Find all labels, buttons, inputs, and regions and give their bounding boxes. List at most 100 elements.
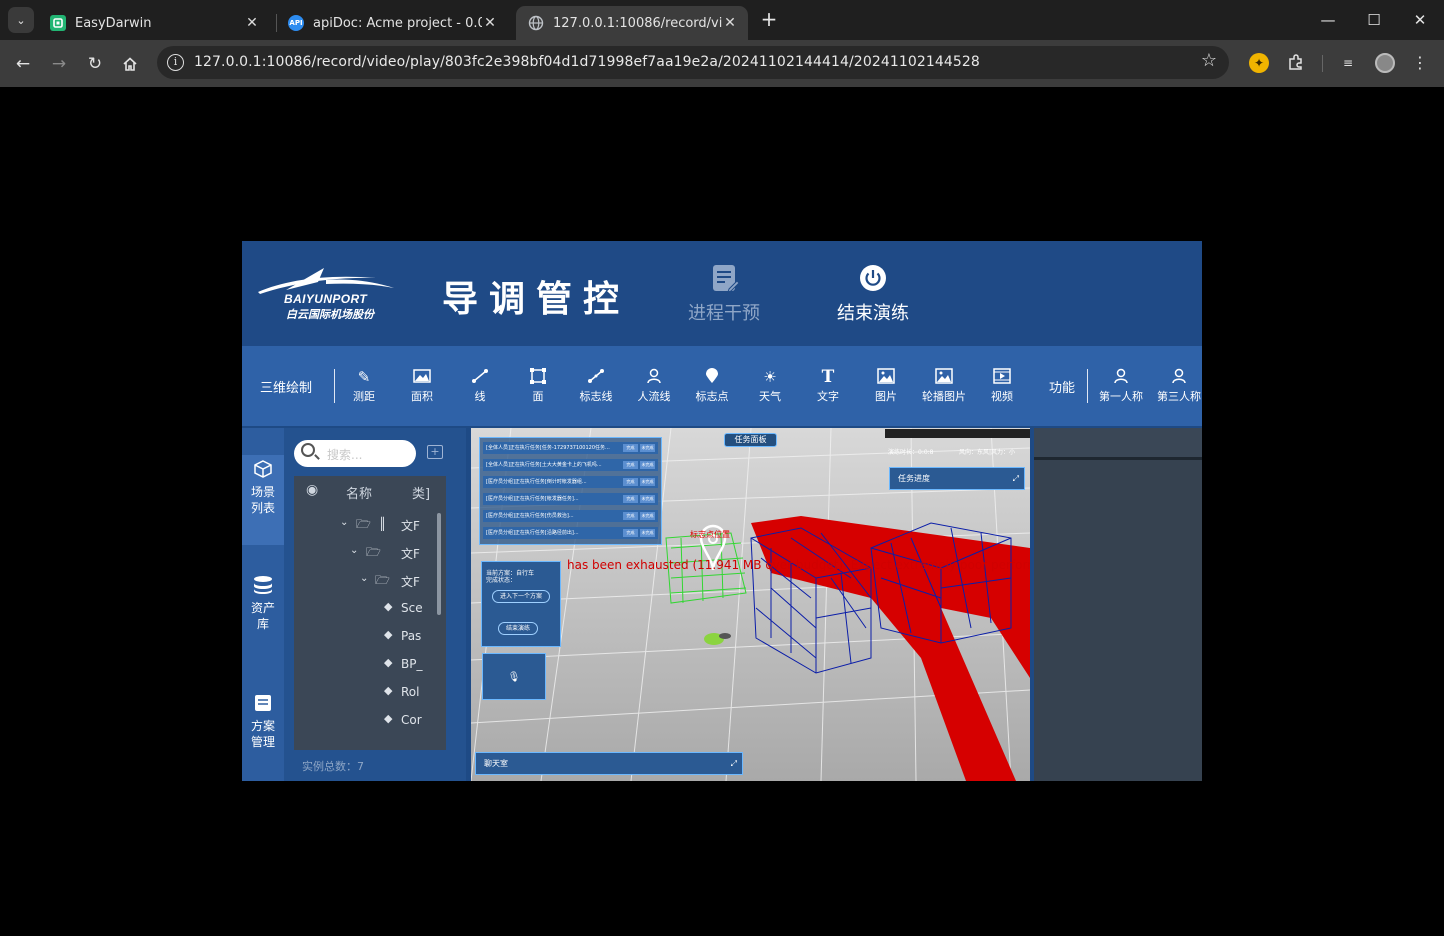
scene-viewport[interactable]: 任务面板 [全体人员]正在执行任务[任务-1729737100120任务... 完… [471, 428, 1030, 781]
tab-search-button[interactable]: ⌄ [8, 7, 34, 33]
document-edit-icon [664, 263, 784, 295]
tool-people-flow[interactable]: 人流线 [625, 368, 683, 404]
tree-row[interactable]: ⌄ 🗁 文F [294, 539, 434, 567]
tool-measure-distance[interactable]: ✎ 测距 [335, 368, 393, 404]
rail-plan-management[interactable]: 方案 管理 [242, 693, 284, 753]
reload-button[interactable]: ↻ [82, 51, 108, 77]
end-drill-button[interactable]: 结束演练 [498, 622, 538, 635]
task-incomplete-button[interactable]: 未完成 [640, 444, 655, 452]
tool-line[interactable]: 线 [451, 368, 509, 404]
plan-icon [242, 693, 284, 716]
tool-image[interactable]: 图片 [857, 368, 915, 404]
rail-asset-library[interactable]: 资产 库 [242, 575, 284, 635]
menu-kebab-icon[interactable]: ⋮ [1410, 53, 1430, 73]
tree-row[interactable]: ◆ Sce [294, 595, 434, 623]
task-complete-button[interactable]: 完成 [623, 444, 638, 452]
chevron-down-icon[interactable]: ⌄ [360, 573, 368, 584]
task-complete-button[interactable]: 完成 [623, 478, 638, 486]
tool-area[interactable]: 面积 [393, 368, 451, 404]
tool-marker-line[interactable]: 标志线 [567, 368, 625, 404]
task-incomplete-button[interactable]: 未完成 [640, 461, 655, 469]
search-input[interactable]: 搜索... [294, 440, 416, 467]
rail-label: 场景 [250, 485, 275, 499]
task-complete-button[interactable]: 完成 [623, 461, 638, 469]
chevron-down-icon[interactable]: ⌄ [350, 545, 358, 556]
close-tab-icon[interactable]: ✕ [482, 15, 498, 31]
task-line: [医疗员分组]正在执行任务[帐发器任务]... 完成 未完成 [483, 493, 658, 505]
back-button[interactable]: ← [10, 51, 36, 77]
chevron-down-icon[interactable]: ⌄ [340, 517, 348, 528]
tree-scrollbar[interactable] [437, 513, 441, 615]
tree-row[interactable]: ⌄ 🗁 文F [294, 567, 434, 595]
pin-icon [683, 368, 741, 386]
close-tab-icon[interactable]: ✕ [722, 15, 738, 31]
expand-icon[interactable]: ⤢ [731, 753, 737, 774]
url-text[interactable]: 127.0.0.1:10086/record/video/play/803fc2… [194, 54, 980, 70]
profile-avatar[interactable] [1375, 53, 1395, 73]
tree-row[interactable]: ◆ BP_ [294, 651, 434, 679]
api-icon: API [288, 15, 304, 31]
microphone-icon[interactable]: 🎙 [508, 672, 521, 683]
tool-marker-point[interactable]: 标志点 [683, 368, 741, 404]
tool-text[interactable]: T 文字 [799, 368, 857, 404]
task-panel-button[interactable]: 任务面板 [724, 433, 777, 447]
task-complete-button[interactable]: 完成 [623, 512, 638, 520]
task-complete-button[interactable]: 完成 [623, 529, 638, 537]
area-icon [393, 368, 451, 386]
chat-room-panel[interactable]: 聊天室 ⤢ [475, 752, 743, 775]
tab-record-video[interactable]: 127.0.0.1:10086/record/video ✕ [516, 6, 748, 40]
tool-polygon[interactable]: 面 [509, 368, 567, 404]
tool-label: 面积 [411, 390, 433, 403]
extension-icon[interactable]: ✦ [1249, 53, 1269, 73]
tab-apidoc[interactable]: API apiDoc: Acme project - 0.0.0 ✕ [276, 6, 508, 40]
task-incomplete-button[interactable]: 未完成 [640, 478, 655, 486]
tab-title: EasyDarwin [75, 15, 152, 31]
tool-weather[interactable]: ☀ 天气 [741, 368, 799, 404]
microphone-panel[interactable]: 🎙 [482, 653, 546, 700]
maximize-button[interactable]: ☐ [1354, 6, 1394, 34]
forward-button[interactable]: → [46, 51, 72, 77]
minimize-button[interactable]: — [1308, 6, 1348, 34]
new-folder-icon[interactable]: + [427, 445, 443, 459]
section-3d-drawing: 三维绘制 [260, 381, 313, 396]
tab-easydarwin[interactable]: EasyDarwin ✕ [38, 6, 270, 40]
tree-row[interactable]: ◆ Rol [294, 679, 434, 707]
task-line: [全体人员]正在执行任务[任务-1729737100120任务... 完成 未完成 [483, 442, 658, 454]
task-complete-button[interactable]: 完成 [623, 495, 638, 503]
task-progress-panel[interactable]: 任务进度 ⤢ [889, 467, 1025, 490]
tree-row[interactable]: ◆ Pas [294, 623, 434, 651]
media-control-icon[interactable]: ≡ [1338, 53, 1358, 73]
process-intervention-button[interactable]: 进程干预 [664, 263, 784, 325]
video-icon [973, 368, 1031, 386]
task-incomplete-button[interactable]: 未完成 [640, 495, 655, 503]
tool-third-person[interactable]: 第三人称 [1150, 368, 1202, 404]
task-line-text: [全体人员]正在执行任务[任务-1729737100120任务... [486, 445, 610, 451]
finish-status: 完成状态： [486, 577, 517, 584]
address-bar[interactable]: i 127.0.0.1:10086/record/video/play/803f… [157, 46, 1229, 79]
tree-row[interactable]: ⌄ 🗁 ║ 文F [294, 511, 434, 539]
end-drill-header-button[interactable]: 结束演练 [813, 263, 933, 325]
tool-label: 标志点 [695, 390, 729, 403]
visibility-eye-icon[interactable]: ◉ [306, 482, 318, 498]
tool-first-person[interactable]: 第一人称 [1092, 368, 1150, 404]
third-person-icon [1150, 368, 1202, 386]
task-list-panel: [全体人员]正在执行任务[任务-1729737100120任务... 完成 未完成[… [479, 437, 662, 545]
expand-icon[interactable]: ⤢ [1013, 468, 1019, 489]
rail-scene-list[interactable]: 场景 列表 [242, 455, 284, 545]
site-info-icon[interactable]: i [167, 54, 184, 71]
close-window-button[interactable]: ✕ [1400, 6, 1440, 34]
tool-video[interactable]: 视频 [973, 368, 1031, 404]
home-button[interactable] [117, 51, 143, 77]
new-tab-button[interactable]: + [758, 8, 780, 30]
task-incomplete-button[interactable]: 未完成 [640, 512, 655, 520]
wind-info: 风向：东风|风力：小 [959, 449, 1016, 456]
bookmark-star-icon[interactable]: ☆ [1201, 50, 1217, 71]
task-incomplete-button[interactable]: 未完成 [640, 529, 655, 537]
tree-row[interactable]: ◆ Cor [294, 707, 434, 735]
rail-label: 列表 [250, 501, 275, 515]
tool-carousel-image[interactable]: 轮播图片 [915, 368, 973, 404]
extensions-puzzle-icon[interactable] [1286, 53, 1306, 73]
close-tab-icon[interactable]: ✕ [244, 15, 260, 31]
tree-row-name: Pas [401, 629, 422, 643]
next-plan-button[interactable]: 进入下一个方案 [492, 590, 550, 603]
